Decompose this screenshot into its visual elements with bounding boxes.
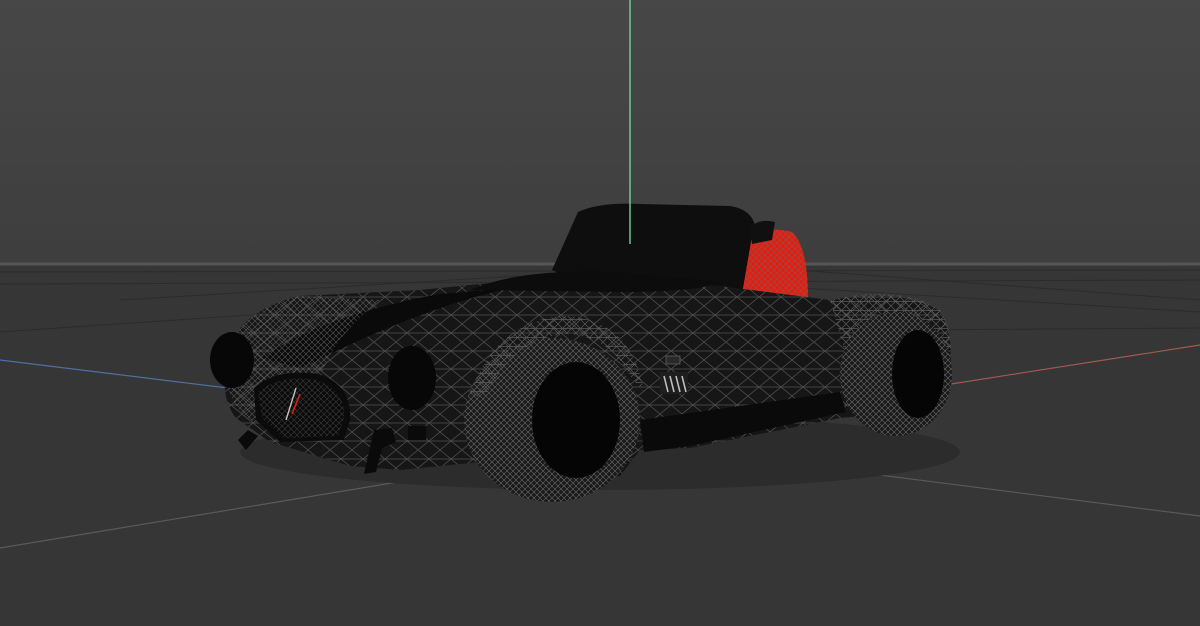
3d-viewport[interactable]	[0, 0, 1200, 626]
viewport-scene[interactable]	[0, 0, 1200, 626]
tow-hook	[408, 426, 426, 440]
left-headlight	[210, 332, 254, 388]
rear-wheel	[840, 312, 952, 436]
right-headlight	[388, 346, 436, 410]
